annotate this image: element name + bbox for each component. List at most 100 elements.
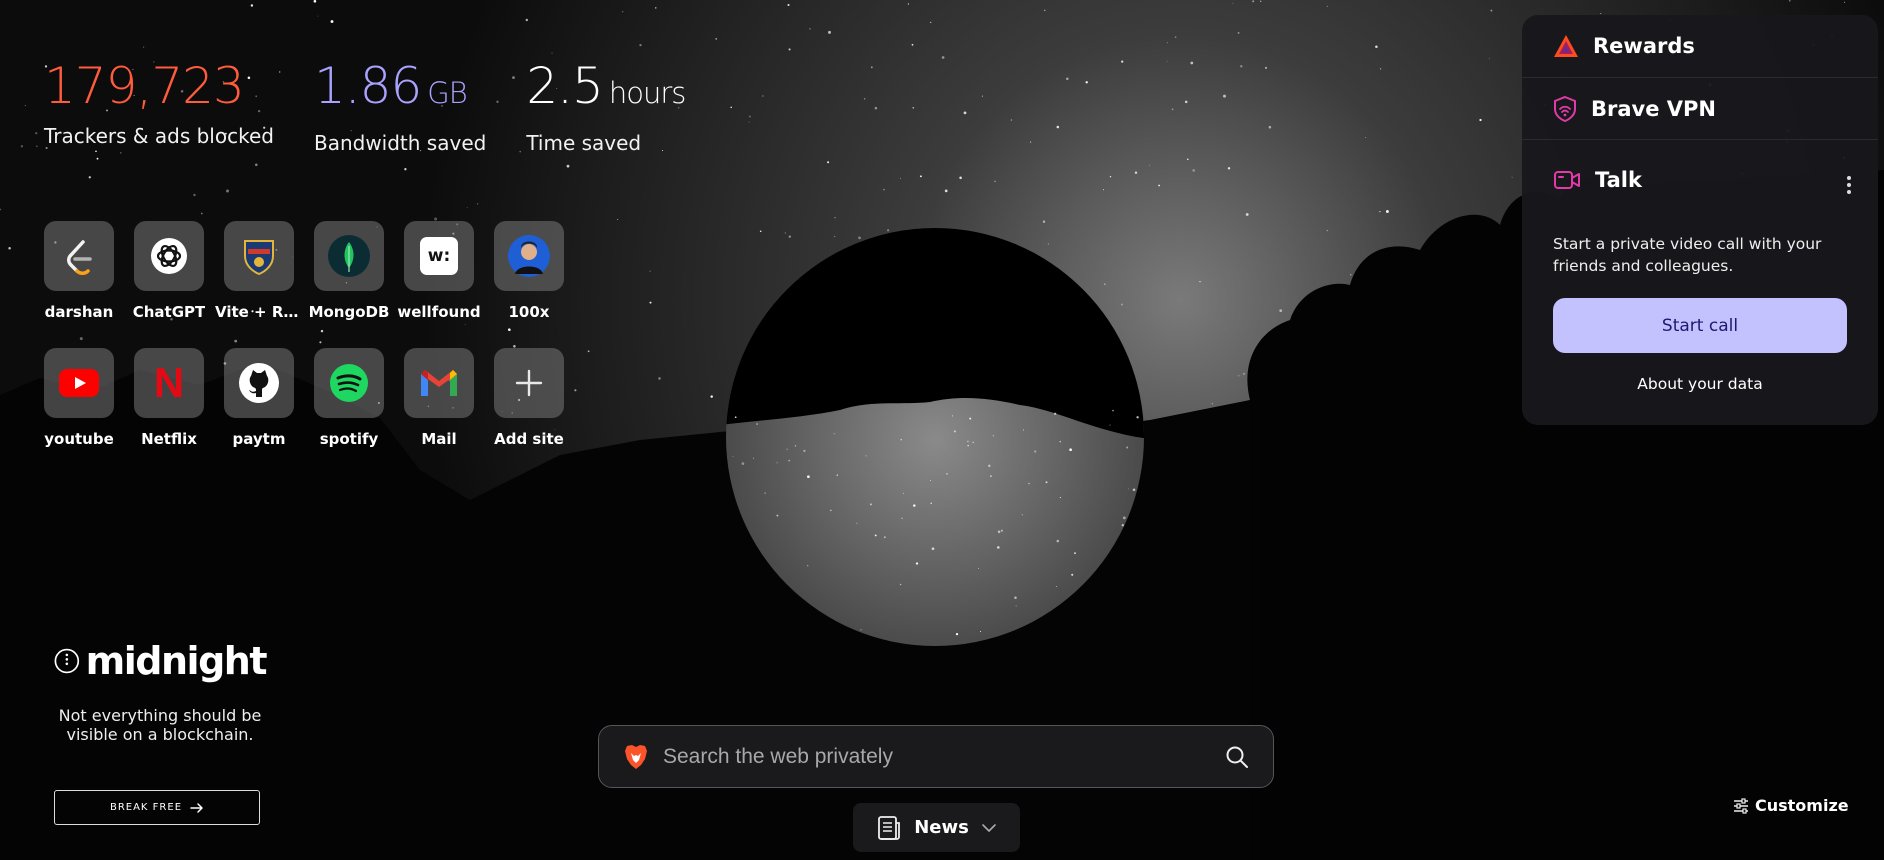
star [20, 145, 24, 148]
customize-button[interactable]: Customize [1733, 796, 1849, 815]
star [1109, 424, 1111, 426]
star [748, 115, 751, 118]
star [759, 230, 762, 233]
star [88, 176, 91, 179]
star [35, 132, 38, 135]
star [900, 177, 902, 179]
tile-icon-box [404, 348, 474, 418]
search-icon[interactable] [1225, 745, 1249, 769]
wellfound-logo-text: w: [427, 246, 451, 266]
midnight-logo-icon [54, 648, 80, 674]
star [250, 4, 254, 7]
star [1021, 514, 1024, 516]
trackers-count: 179,723 [44, 57, 245, 115]
about-your-data-link[interactable]: About your data [1522, 375, 1878, 393]
star [466, 207, 468, 209]
search-bar[interactable] [598, 725, 1274, 788]
tile-icon-box [224, 221, 294, 291]
star [941, 56, 945, 59]
search-input[interactable] [663, 744, 1225, 769]
top-site-mongodb[interactable]: MongoDB [304, 221, 394, 321]
star [1227, 167, 1231, 170]
tile-icon-box [314, 348, 384, 418]
star [967, 444, 970, 447]
news-button[interactable]: News [853, 803, 1020, 852]
youtube-icon [59, 369, 99, 397]
top-site-vite[interactable]: Vite + Re... [214, 221, 304, 321]
bandwidth-value: 1.86 [313, 57, 422, 115]
add-site-button[interactable]: Add site [484, 348, 574, 448]
vpn-card[interactable]: Brave VPN [1522, 77, 1878, 139]
top-site-netflix[interactable]: N Netflix [124, 348, 214, 448]
star [36, 145, 38, 147]
star [870, 66, 873, 69]
star [794, 445, 797, 447]
star [979, 630, 982, 633]
top-site-wellfound[interactable]: w: wellfound [394, 221, 484, 321]
star [1237, 31, 1240, 34]
star [967, 440, 969, 443]
star [1074, 552, 1076, 554]
tile-icon-box [224, 348, 294, 418]
star [1054, 412, 1057, 415]
star [1010, 119, 1013, 121]
star [856, 522, 858, 524]
more-options-icon[interactable] [1842, 173, 1856, 197]
video-camera-icon [1554, 170, 1580, 189]
star [1365, 137, 1367, 139]
top-site-100x[interactable]: 100x [484, 221, 574, 321]
top-site-spotify[interactable]: spotify [304, 348, 394, 448]
top-site-youtube[interactable]: youtube [34, 348, 124, 448]
star [1103, 189, 1105, 191]
star [1028, 482, 1030, 485]
star [1132, 488, 1136, 492]
star [833, 433, 835, 435]
tile-label: wellfound [397, 303, 481, 321]
star [1184, 100, 1188, 104]
rewards-card[interactable]: Rewards [1522, 15, 1878, 77]
star [919, 175, 922, 178]
star [1044, 9, 1046, 12]
top-site-mail[interactable]: Mail [394, 348, 484, 448]
star [886, 229, 890, 232]
star [963, 111, 967, 115]
star [622, 11, 624, 13]
star [587, 350, 590, 353]
star [1385, 210, 1389, 213]
star [655, 7, 657, 9]
start-call-button[interactable]: Start call [1553, 298, 1847, 353]
top-site-darshan[interactable]: darshan [34, 221, 124, 321]
star [1166, 60, 1168, 62]
star [1375, 45, 1378, 48]
star [874, 534, 877, 537]
midnight-logo[interactable]: midnight [54, 638, 268, 684]
top-site-paytm[interactable]: paytm [214, 348, 304, 448]
newspaper-icon [878, 815, 901, 840]
star [1490, 9, 1493, 12]
star [972, 441, 974, 444]
star [915, 562, 919, 565]
star [143, 46, 145, 48]
break-free-button[interactable]: BREAK FREE [54, 790, 260, 825]
star [756, 423, 758, 425]
star [1065, 77, 1069, 81]
stat-bandwidth: 1.86 GB Bandwidth saved [314, 56, 486, 155]
talk-card-header: Talk [1522, 139, 1878, 201]
star [834, 217, 836, 219]
tile-icon-box: N [134, 348, 204, 418]
star [761, 95, 764, 97]
mongodb-leaf-icon [328, 235, 370, 277]
tile-label: Add site [494, 430, 564, 448]
star [913, 504, 916, 507]
star [1232, 2, 1234, 4]
star [730, 106, 732, 109]
star [828, 30, 831, 34]
star [1264, 66, 1268, 69]
tile-icon-box [44, 221, 114, 291]
star [786, 448, 788, 450]
time-label: Time saved [526, 131, 642, 155]
star [1223, 94, 1226, 98]
star [477, 203, 479, 205]
star [1022, 429, 1024, 431]
top-site-chatgpt[interactable]: ChatGPT [124, 221, 214, 321]
